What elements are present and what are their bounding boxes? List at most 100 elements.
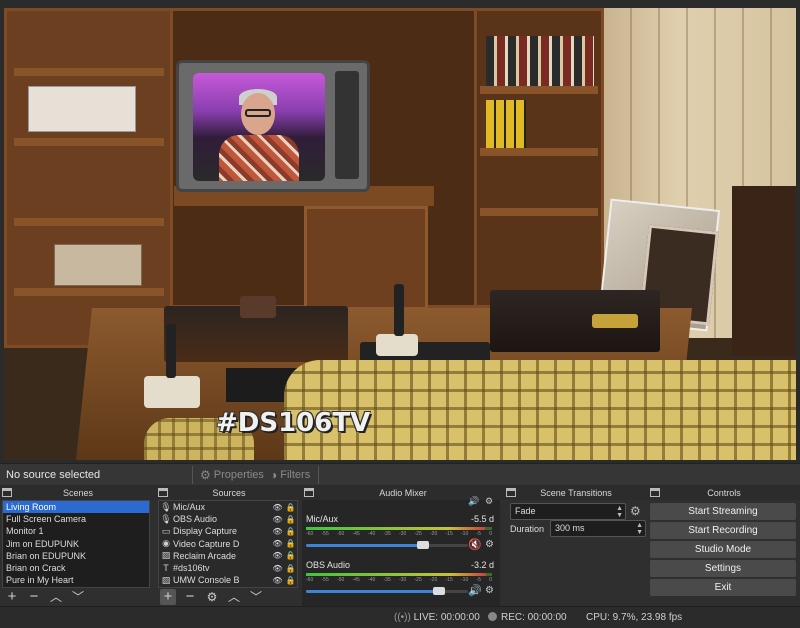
mixer-channel-mic-aux: Mic/Aux -5.5 d -60 -55 -50 -45 -40 -35 -30 -25-…: [304, 514, 496, 558]
meter-tick-label: -20: [430, 577, 438, 583]
transition-select[interactable]: Fade ▲ ▼: [510, 503, 626, 520]
person-shirt: [219, 135, 299, 181]
broadcast-icon: ((•)): [394, 612, 411, 623]
scenes-dock: Scenes Living Room Full Screen Camera Moni…: [0, 486, 156, 606]
visibility-eye-icon[interactable]: 👁: [271, 515, 284, 524]
remove-source-button[interactable]: −: [182, 589, 198, 605]
volume-slider[interactable]: [306, 587, 468, 595]
muted-speaker-icon[interactable]: 🔇: [468, 538, 482, 551]
program-preview: #DS106TV: [4, 8, 796, 460]
dock-float-icon[interactable]: [304, 488, 314, 497]
channel-settings-gear-icon[interactable]: ⚙: [485, 585, 494, 596]
lock-icon[interactable]: 🔒: [284, 503, 297, 512]
dock-float-icon[interactable]: [158, 488, 168, 497]
sources-title: Sources: [212, 488, 246, 498]
properties-button[interactable]: ⚙ Properties: [200, 467, 264, 483]
studio-mode-button[interactable]: Studio Mode: [650, 541, 796, 558]
speaker-icon[interactable]: 🔊: [468, 584, 482, 597]
visibility-eye-icon[interactable]: 👁: [271, 564, 284, 573]
meter-level: [306, 573, 487, 576]
shelf: [480, 86, 598, 94]
visibility-eye-icon[interactable]: 👁: [271, 576, 284, 585]
source-item[interactable]: ◉ Video Capture D 👁 🔒: [159, 538, 297, 550]
scene-item[interactable]: Pure in My Heart: [3, 574, 149, 586]
meter-tick-label: -45: [352, 577, 360, 583]
source-properties-gear-icon[interactable]: ⚙: [204, 589, 220, 605]
channel-settings-gear-icon[interactable]: ⚙: [485, 539, 494, 550]
scene-item[interactable]: Full Screen Camera: [3, 513, 149, 525]
remove-scene-button[interactable]: −: [26, 589, 42, 605]
visibility-eye-icon[interactable]: 👁: [271, 503, 284, 512]
scene-item[interactable]: Brian on EDUPUNK: [3, 550, 149, 562]
volume-slider[interactable]: [306, 541, 468, 549]
visibility-eye-icon[interactable]: 👁: [271, 551, 284, 560]
start-recording-button[interactable]: Start Recording: [650, 522, 796, 539]
visibility-eye-icon[interactable]: 👁: [271, 527, 284, 536]
stepper-icon[interactable]: ▲ ▼: [636, 522, 643, 536]
transition-value: Fade: [515, 506, 536, 516]
filters-icon: ◑: [270, 468, 278, 482]
start-streaming-button[interactable]: Start Streaming: [650, 503, 796, 520]
filters-button[interactable]: ◑ Filters: [270, 467, 310, 483]
lock-icon[interactable]: 🔒: [284, 515, 297, 524]
rec-time: REC: 00:00:00: [501, 612, 567, 623]
lock-icon[interactable]: 🔒: [284, 576, 297, 585]
slider-fill: [306, 544, 423, 547]
source-item[interactable]: 🎙 Mic/Aux 👁 🔒: [159, 501, 297, 513]
source-item[interactable]: ▭ Display Capture 👁 🔒: [159, 525, 297, 537]
settings-button[interactable]: Settings: [650, 560, 796, 577]
move-source-up-button[interactable]: ︿: [226, 589, 242, 605]
shelf: [14, 68, 164, 76]
dock-float-icon[interactable]: [2, 488, 12, 497]
game-cartridge: [240, 296, 276, 318]
dock-float-icon[interactable]: [506, 488, 516, 497]
volume-meter: [306, 527, 492, 530]
lock-icon[interactable]: 🔒: [284, 551, 297, 560]
add-source-button[interactable]: +: [160, 589, 176, 605]
source-name: UMW Console B: [173, 575, 240, 586]
move-scene-up-button[interactable]: ︿: [48, 589, 64, 605]
slider-handle[interactable]: [432, 587, 445, 595]
lock-icon[interactable]: 🔒: [284, 539, 297, 548]
duration-input[interactable]: 300 ms ▲ ▼: [550, 520, 646, 537]
image-icon: ▨: [161, 550, 171, 561]
slider-handle[interactable]: [416, 541, 429, 549]
image-icon: ▨: [161, 574, 171, 585]
channel-db: -3.2 d: [470, 560, 494, 570]
shelf: [480, 148, 598, 156]
scenes-title-bar: Scenes: [0, 486, 156, 500]
meter-tick-label: -15: [445, 577, 453, 583]
lock-icon[interactable]: 🔒: [284, 564, 297, 573]
scene-item[interactable]: Jim on EDUPUNK: [3, 538, 149, 550]
source-item[interactable]: 🎙 OBS Audio 👁 🔒: [159, 513, 297, 525]
scene-item[interactable]: Living Room: [3, 501, 149, 514]
add-scene-button[interactable]: +: [4, 589, 20, 605]
meter-ticks: -60 -55 -50 -45 -40 -35 -30 -25 -20 -15 -10 -5 0: [306, 531, 492, 537]
source-item[interactable]: ▨ UMW Console B 👁 🔒: [159, 574, 297, 586]
source-name: OBS Audio: [173, 514, 218, 525]
scene-item[interactable]: Brian on Crack: [3, 562, 149, 574]
source-name: Video Capture D: [173, 538, 240, 549]
move-source-down-button[interactable]: ﹀: [248, 589, 264, 605]
scene-item[interactable]: Monitor 1: [3, 525, 149, 537]
visibility-eye-icon[interactable]: 👁: [271, 539, 284, 548]
shelf: [480, 208, 598, 216]
meter-tick-label: -45: [352, 531, 360, 537]
source-item[interactable]: T #ds106tv 👁 🔒: [159, 562, 297, 574]
crt-television: [176, 60, 370, 192]
meter-tick-label: 0: [489, 531, 492, 537]
duration-value: 300 ms: [555, 523, 585, 533]
gear-icon[interactable]: ⚙: [485, 496, 493, 507]
lock-icon[interactable]: 🔒: [284, 527, 297, 536]
channel-name: Mic/Aux: [306, 514, 339, 524]
meter-tick-label: -60: [306, 577, 314, 583]
book-row-middle: [486, 100, 526, 148]
scenes-footer: + − ︿ ﹀: [0, 588, 156, 606]
toolbar-divider: [318, 466, 319, 484]
source-item[interactable]: ▨ Reclaim Arcade 👁 🔒: [159, 550, 297, 562]
transition-settings-gear-icon[interactable]: ⚙: [630, 504, 641, 518]
exit-button[interactable]: Exit: [650, 579, 796, 596]
source-name: Mic/Aux: [173, 502, 206, 513]
dock-float-icon[interactable]: [650, 488, 660, 497]
move-scene-down-button[interactable]: ﹀: [70, 589, 86, 605]
